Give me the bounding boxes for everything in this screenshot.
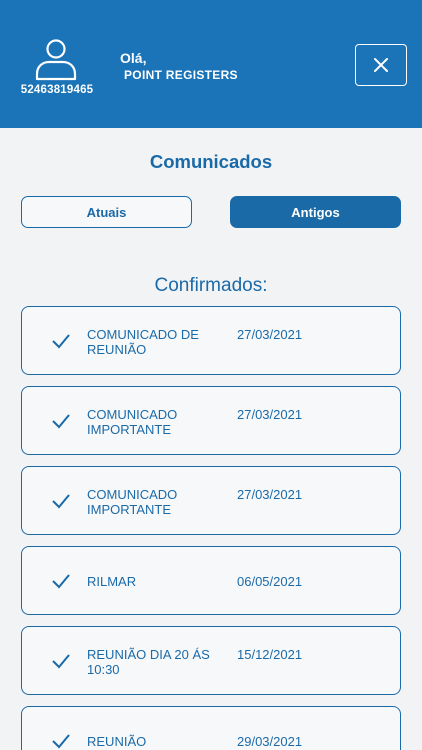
user-id: 52463819465 bbox=[20, 84, 94, 96]
item-date: 29/03/2021 bbox=[237, 734, 303, 749]
item-title: COMUNICADO DE REUNIÃO bbox=[87, 327, 199, 357]
close-icon bbox=[374, 58, 388, 72]
item-date: 27/03/2021 bbox=[237, 407, 303, 422]
list-item[interactable]: REUNIÃO DIA 20 ÁS 10:30 15/12/2021 bbox=[21, 626, 401, 695]
user-name: POINT REGISTERS bbox=[124, 68, 238, 82]
list-item[interactable]: COMUNICADO IMPORTANTE 27/03/2021 bbox=[21, 386, 401, 455]
check-icon bbox=[52, 654, 70, 669]
item-title: COMUNICADO IMPORTANTE bbox=[87, 407, 178, 437]
item-title: RILMAR bbox=[87, 574, 137, 589]
item-title: COMUNICADO IMPORTANTE bbox=[87, 487, 178, 517]
close-button[interactable] bbox=[355, 44, 407, 86]
check-icon bbox=[52, 574, 70, 589]
item-date: 27/03/2021 bbox=[237, 327, 303, 342]
check-icon bbox=[52, 734, 70, 749]
check-icon bbox=[52, 494, 70, 509]
list-item[interactable]: COMUNICADO IMPORTANTE 27/03/2021 bbox=[21, 466, 401, 535]
section-title: Confirmados: bbox=[154, 275, 268, 296]
item-date: 06/05/2021 bbox=[237, 574, 303, 589]
tab-antigos[interactable]: Antigos bbox=[230, 196, 401, 228]
item-date: 15/12/2021 bbox=[237, 647, 303, 662]
page-title: Comunicados bbox=[149, 151, 273, 172]
item-date: 27/03/2021 bbox=[237, 487, 303, 502]
user-icon bbox=[35, 39, 77, 81]
tab-atuais[interactable]: Atuais bbox=[21, 196, 192, 228]
app-header: 52463819465 Olá, POINT REGISTERS bbox=[0, 0, 422, 128]
greeting: Olá, bbox=[120, 50, 147, 66]
list-item[interactable]: COMUNICADO DE REUNIÃO 27/03/2021 bbox=[21, 306, 401, 375]
list-item[interactable]: RILMAR 06/05/2021 bbox=[21, 546, 401, 615]
item-title: REUNIÃO bbox=[87, 734, 147, 749]
check-icon bbox=[52, 334, 70, 349]
item-title: REUNIÃO DIA 20 ÁS 10:30 bbox=[87, 647, 210, 677]
check-icon bbox=[52, 414, 70, 429]
list-item[interactable]: REUNIÃO 29/03/2021 bbox=[21, 706, 401, 750]
